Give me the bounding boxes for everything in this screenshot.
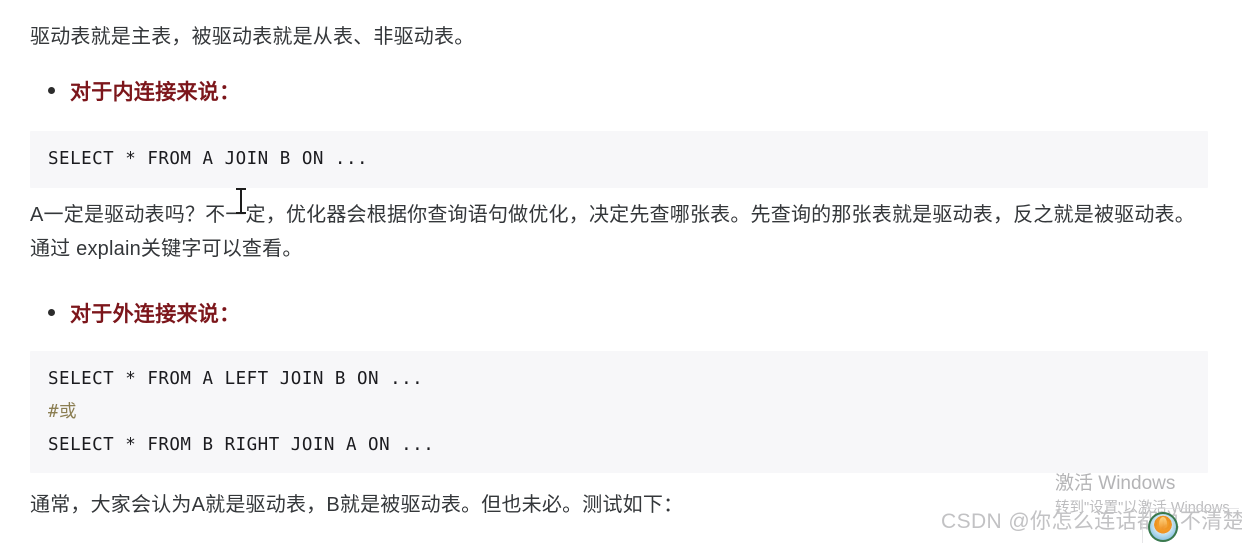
middle-paragraph: A一定是驱动表吗？不一定，优化器会根据你查询语句做优化，决定先查哪张表。先查询的… — [30, 204, 1195, 260]
section-heading-inner-join: 对于内连接来说： — [30, 80, 240, 106]
caret-serif-top — [236, 188, 246, 190]
app-flame-icon[interactable] — [1148, 512, 1178, 542]
section-heading-label: 对于内连接来说： — [70, 81, 241, 104]
bullet-dot-icon — [48, 87, 55, 94]
section-heading-outer-join: 对于外连接来说： — [30, 302, 240, 328]
windows-activation-title: 激活 Windows — [1055, 473, 1176, 494]
code-block-inner-join[interactable]: SELECT * FROM A JOIN B ON ... — [30, 131, 1208, 188]
code-line: SELECT * FROM A JOIN B ON ... — [48, 149, 369, 169]
code-comment-line: #或 — [48, 402, 78, 422]
bottom-paragraph: 通常，大家会认为A就是驱动表，B就是被驱动表。但也未必。测试如下： — [30, 494, 684, 516]
flame-glyph — [1159, 517, 1167, 530]
document-page: 驱动表就是主表，被驱动表就是从表、非驱动表。 对于内连接来说： SELECT *… — [0, 0, 1242, 544]
intro-paragraph: 驱动表就是主表，被驱动表就是从表、非驱动表。 — [30, 26, 475, 48]
code-line: SELECT * FROM B RIGHT JOIN A ON ... — [48, 435, 435, 455]
bullet-dot-icon — [48, 309, 55, 316]
code-block-outer-join[interactable]: SELECT * FROM A LEFT JOIN B ON ... #或 SE… — [30, 351, 1208, 473]
section-heading-label: 对于外连接来说： — [70, 303, 241, 326]
code-line: SELECT * FROM A LEFT JOIN B ON ... — [48, 369, 424, 389]
